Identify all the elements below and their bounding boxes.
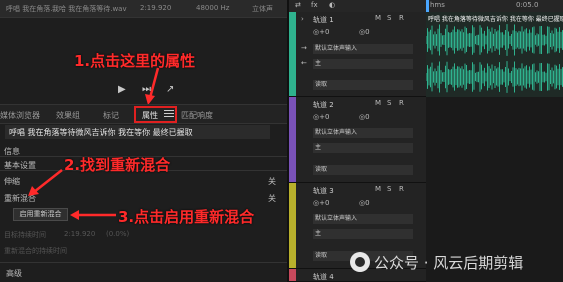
record-button[interactable]: R (399, 99, 404, 107)
tab-media-browser[interactable]: 媒体浏览器 (0, 110, 40, 121)
track-name[interactable]: 轨道 2 (313, 100, 334, 110)
remix-duration-label: 重新混合的持续时间 (4, 247, 67, 255)
annotation-step-3: 3.点击启用重新混合 (118, 208, 255, 226)
file-channels: 立体声 (252, 5, 273, 13)
volume-icon[interactable]: ◐ (329, 1, 335, 9)
advanced-section[interactable]: 高级 (6, 268, 22, 279)
watermark-text: 公众号 · 风云后期剪辑 (374, 253, 524, 272)
record-button[interactable]: R (399, 14, 404, 22)
pan-knob-icon[interactable]: ◎0 (359, 199, 370, 207)
file-duration: 2:19.920 (140, 4, 172, 12)
annotation-step-2: 2.找到重新混合 (64, 156, 171, 174)
waveform-channel (426, 24, 563, 56)
solo-button[interactable]: S (387, 185, 391, 193)
output-icon: ← (301, 59, 307, 67)
tab-match-loudness[interactable]: 匹配响度 (181, 110, 213, 121)
audio-clip[interactable]: 呼唱 我在角落等待微风吉诉你 我在等你 最终已握取 (426, 12, 563, 97)
tab-markers[interactable]: 标记 (103, 110, 119, 121)
target-duration-value: 2:19.920 (64, 230, 96, 238)
annotation-arrow-2 (28, 169, 63, 196)
input-icon: → (301, 44, 307, 52)
track-name[interactable]: 轨道 1 (313, 15, 334, 25)
track-color-bar (289, 12, 296, 96)
track-color-bar (289, 97, 296, 182)
track-color-bar (289, 269, 296, 281)
expand-icon[interactable]: › (301, 15, 304, 23)
track-output-select[interactable]: 主 (313, 143, 413, 153)
track-1-header[interactable]: › 轨道 1 M S R ◎+0 ◎0 → 默认立体声输入 ← 主 读取 (289, 12, 426, 97)
track-read-select[interactable]: 读取 (313, 165, 413, 175)
stretch-value: 关 (268, 177, 276, 186)
file-row[interactable]: 呼唱 我在角落… 我哈 我在角落等待.wav 2:19.920 48000 Hz… (0, 0, 287, 18)
waveform (426, 24, 563, 93)
playhead[interactable] (426, 0, 429, 12)
play-icon[interactable]: ▶ (118, 84, 126, 95)
track-input-select[interactable]: 默认立体声输入 (313, 128, 413, 138)
wechat-logo-icon (350, 252, 370, 272)
stretch-label[interactable]: 伸缩 (4, 176, 20, 187)
mute-button[interactable]: M (375, 185, 381, 193)
remix-value: 关 (268, 194, 276, 203)
fx-icon[interactable]: fx (311, 1, 318, 9)
track-2-header[interactable]: 轨道 2 M S R ◎+0 ◎0 默认立体声输入 主 读取 (289, 97, 426, 183)
target-duration-label: 目标持续时间 (4, 231, 46, 239)
solo-button[interactable]: S (387, 99, 391, 107)
file-rate: 48000 Hz (196, 4, 230, 12)
mute-button[interactable]: M (375, 14, 381, 22)
panel-tabs: 媒体浏览器 效果组 标记 属性 匹配响度 (0, 104, 287, 124)
track-output-select[interactable]: 主 (313, 229, 413, 239)
solo-button[interactable]: S (387, 14, 391, 22)
clip-title-value: 呼唱 我在角落等待微风吉诉你 我在等你 最终已握取 (9, 128, 193, 137)
volume-knob-icon[interactable]: ◎+0 (313, 199, 329, 207)
mute-button[interactable]: M (375, 99, 381, 107)
waveform-channel (426, 61, 563, 93)
track-input-select[interactable]: 默认立体声输入 (313, 44, 413, 54)
file-name-suffix: 我哈 我在角落等待.wav (52, 5, 127, 13)
link-icon[interactable]: ⇄ (295, 1, 301, 9)
ruler-unit: hms (430, 1, 445, 9)
volume-knob-icon[interactable]: ◎+0 (313, 28, 329, 36)
track-name[interactable]: 轨道 3 (313, 186, 334, 196)
record-button[interactable]: R (399, 185, 404, 193)
volume-knob-icon[interactable]: ◎+0 (313, 113, 329, 121)
annotation-arrow-3 (70, 210, 116, 220)
file-name: 呼唱 我在角落… (6, 5, 58, 13)
watermark: 公众号 · 风云后期剪辑 (350, 248, 560, 276)
target-duration-percent: (0.0%) (106, 230, 130, 238)
timeline-ruler[interactable]: hms 0:05.0 (426, 0, 563, 12)
clip-title-field[interactable]: 呼唱 我在角落等待微风吉诉你 我在等你 最终已握取 (5, 125, 270, 139)
annotation-arrow-1 (145, 67, 160, 105)
ruler-time: 0:05.0 (516, 1, 539, 9)
tab-properties[interactable]: 属性 (142, 110, 158, 121)
pan-knob-icon[interactable]: ◎0 (359, 113, 370, 121)
pan-knob-icon[interactable]: ◎0 (359, 28, 370, 36)
left-panel: 呼唱 我在角落… 我哈 我在角落等待.wav 2:19.920 48000 Hz… (0, 0, 287, 282)
panel-menu-icon[interactable] (163, 108, 175, 120)
tab-effects-group[interactable]: 效果组 (56, 110, 80, 121)
annotation-step-1: 1.点击这里的属性 (74, 52, 196, 70)
track-read-select[interactable]: 读取 (313, 80, 413, 90)
multitrack-panel: ⇄ fx ◐ hms 0:05.0 › 轨道 1 M S R ◎+0 ◎0 → … (289, 0, 563, 282)
track-name[interactable]: 轨道 4 (313, 272, 334, 282)
track-output-select[interactable]: 主 (313, 59, 413, 69)
enable-remix-button[interactable]: 启用重新混合 (13, 208, 68, 221)
track-input-select[interactable]: 默认立体声输入 (313, 214, 413, 224)
divider (0, 262, 287, 263)
track-color-bar (289, 183, 296, 268)
